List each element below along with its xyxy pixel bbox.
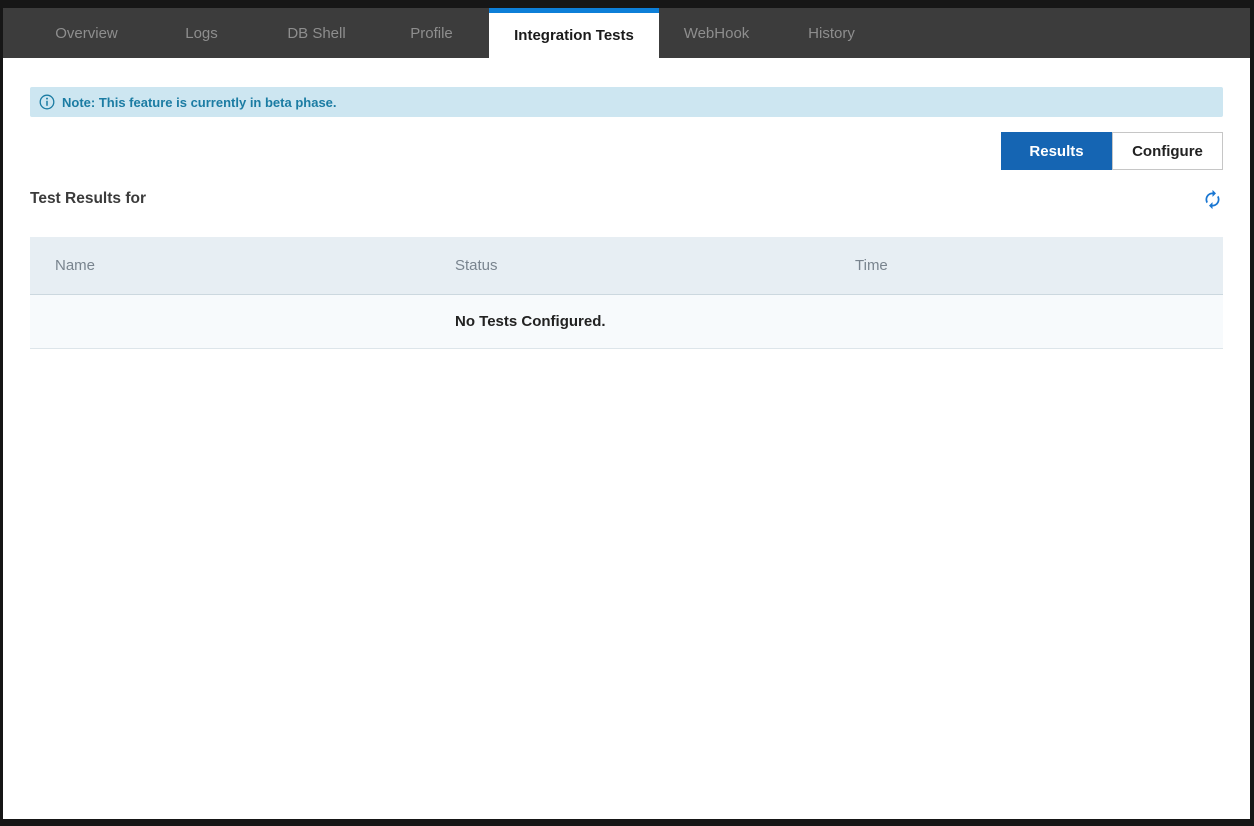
table-header-row: Name Status Time: [30, 237, 1223, 295]
beta-note-banner: Note: This feature is currently in beta …: [30, 87, 1223, 117]
tab-db-shell[interactable]: DB Shell: [259, 8, 374, 58]
refresh-icon[interactable]: [1202, 189, 1223, 210]
results-button[interactable]: Results: [1001, 132, 1112, 170]
beta-note-text: Note: This feature is currently in beta …: [62, 95, 337, 110]
column-header-name: Name: [30, 257, 430, 274]
configure-button[interactable]: Configure: [1112, 132, 1223, 170]
column-header-time: Time: [830, 257, 1223, 274]
column-header-status: Status: [430, 257, 830, 274]
page-title: Test Results for: [30, 190, 146, 208]
top-tab-bar: Overview Logs DB Shell Profile Integrati…: [3, 8, 1250, 58]
view-toggle-group: Results Configure: [30, 132, 1223, 170]
main-content: Note: This feature is currently in beta …: [3, 87, 1250, 349]
tab-profile[interactable]: Profile: [374, 8, 489, 58]
test-results-table: Name Status Time No Tests Configured.: [30, 237, 1223, 349]
table-row-empty: No Tests Configured.: [30, 295, 1223, 349]
tab-history[interactable]: History: [774, 8, 889, 58]
tab-logs[interactable]: Logs: [144, 8, 259, 58]
info-icon: [39, 94, 55, 110]
tab-webhook[interactable]: WebHook: [659, 8, 774, 58]
tab-overview[interactable]: Overview: [29, 8, 144, 58]
tab-integration-tests[interactable]: Integration Tests: [489, 8, 659, 58]
app-window: Overview Logs DB Shell Profile Integrati…: [3, 8, 1250, 819]
empty-state-message: No Tests Configured.: [430, 313, 830, 330]
results-heading-row: Test Results for: [30, 187, 1223, 211]
